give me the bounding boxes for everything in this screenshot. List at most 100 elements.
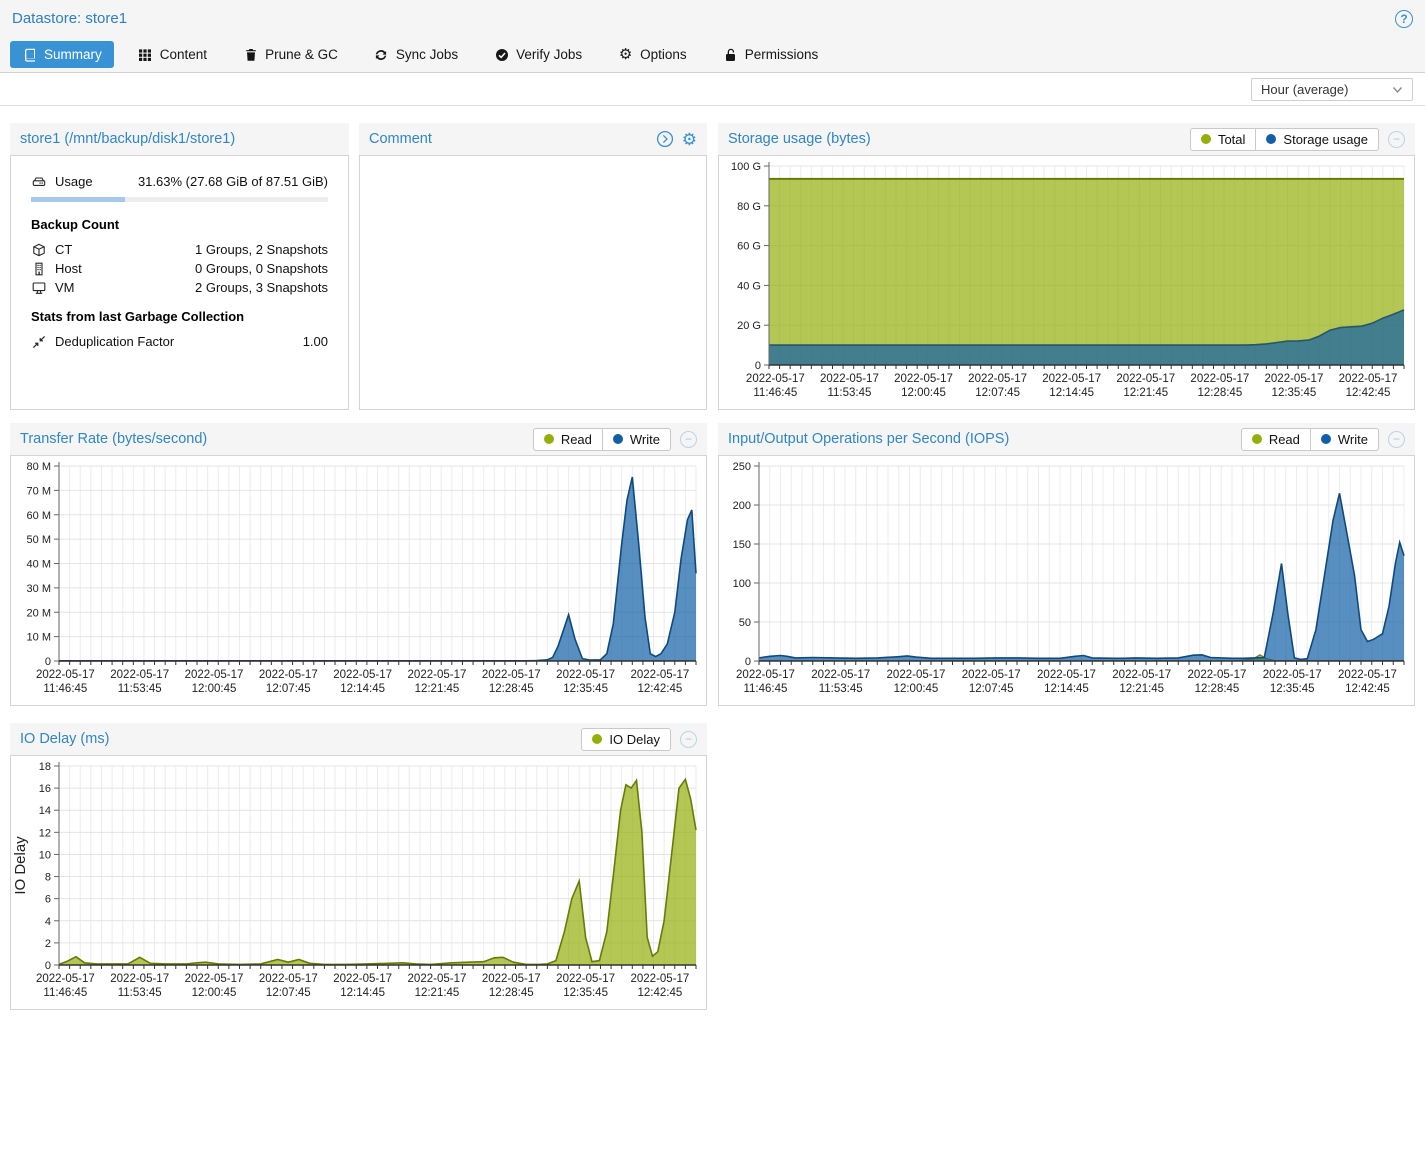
tab-permissions[interactable]: Permissions xyxy=(711,41,831,68)
legend-dot xyxy=(592,734,602,744)
svg-text:2022-05-17: 2022-05-17 xyxy=(1190,373,1249,385)
svg-text:12:14:45: 12:14:45 xyxy=(1049,387,1094,399)
svg-text:11:46:45: 11:46:45 xyxy=(743,683,787,695)
tab-verify-jobs[interactable]: Verify Jobs xyxy=(482,41,594,68)
comment-panel: Comment ⚙ xyxy=(359,123,707,410)
svg-text:40 G: 40 G xyxy=(737,280,761,292)
svg-text:12:07:45: 12:07:45 xyxy=(266,683,311,695)
svg-text:200: 200 xyxy=(733,500,751,512)
tab-sync-jobs[interactable]: Sync Jobs xyxy=(362,41,470,68)
collapse-icon[interactable]: − xyxy=(680,731,697,748)
svg-text:12:35:45: 12:35:45 xyxy=(1272,387,1317,399)
legend-io-delay[interactable]: IO Delay xyxy=(581,728,671,751)
svg-text:12:14:45: 12:14:45 xyxy=(340,987,385,999)
panel-header: Transfer Rate (bytes/second) ReadWrite − xyxy=(10,423,707,455)
svg-text:250: 250 xyxy=(733,461,751,473)
stat-row-deduplication-factor: Deduplication Factor1.00 xyxy=(31,332,328,351)
svg-text:12:14:45: 12:14:45 xyxy=(1044,683,1089,695)
svg-text:12:07:45: 12:07:45 xyxy=(266,987,311,999)
legend-write[interactable]: Write xyxy=(602,428,671,451)
trash-icon xyxy=(243,47,258,62)
legend-label: Read xyxy=(561,432,592,447)
iops-legend: ReadWrite xyxy=(1241,428,1379,451)
svg-text:50 M: 50 M xyxy=(27,534,51,546)
svg-text:11:53:45: 11:53:45 xyxy=(827,387,871,399)
svg-text:12:00:45: 12:00:45 xyxy=(192,987,237,999)
svg-text:20 M: 20 M xyxy=(27,607,51,619)
svg-text:2022-05-17: 2022-05-17 xyxy=(1112,669,1171,681)
legend-dot xyxy=(1321,434,1331,444)
svg-text:2022-05-17: 2022-05-17 xyxy=(1042,373,1101,385)
panel-header: Comment ⚙ xyxy=(359,123,707,155)
svg-text:2022-05-17: 2022-05-17 xyxy=(1037,669,1096,681)
svg-text:12:28:45: 12:28:45 xyxy=(1197,387,1242,399)
settings-gear-icon[interactable]: ⚙ xyxy=(682,131,697,148)
tab-content[interactable]: Content xyxy=(126,41,219,68)
legend-label: Storage usage xyxy=(1283,132,1368,147)
collapse-icon[interactable]: − xyxy=(680,431,697,448)
svg-text:16: 16 xyxy=(39,783,51,795)
legend-total[interactable]: Total xyxy=(1190,128,1256,151)
collapse-icon[interactable]: − xyxy=(1388,431,1405,448)
svg-text:70 M: 70 M xyxy=(27,485,51,497)
svg-text:2022-05-17: 2022-05-17 xyxy=(894,373,953,385)
chevron-down-icon xyxy=(1392,82,1403,97)
svg-text:100 G: 100 G xyxy=(731,161,761,173)
collapse-icon[interactable]: − xyxy=(1388,131,1405,148)
legend-read[interactable]: Read xyxy=(533,428,603,451)
svg-text:2022-05-17: 2022-05-17 xyxy=(1339,373,1398,385)
svg-text:100: 100 xyxy=(733,578,751,590)
iops-panel: Input/Output Operations per Second (IOPS… xyxy=(718,423,1415,706)
svg-text:10: 10 xyxy=(39,849,51,861)
tab-options[interactable]: ⚙Options xyxy=(606,41,699,68)
svg-text:2022-05-17: 2022-05-17 xyxy=(630,973,689,985)
io-delay-panel: IO Delay (ms) IO Delay − 181614121086420… xyxy=(10,723,707,1010)
tab-summary[interactable]: Summary xyxy=(10,41,114,68)
svg-text:2022-05-17: 2022-05-17 xyxy=(482,669,541,681)
svg-text:0: 0 xyxy=(45,960,51,972)
svg-text:2022-05-17: 2022-05-17 xyxy=(333,669,392,681)
svg-text:2022-05-17: 2022-05-17 xyxy=(110,669,169,681)
legend-storage-usage[interactable]: Storage usage xyxy=(1255,128,1379,151)
legend-dot xyxy=(613,434,623,444)
legend-write[interactable]: Write xyxy=(1310,428,1379,451)
stat-value: 2 Groups, 3 Snapshots xyxy=(195,278,328,297)
hdd-icon xyxy=(31,174,46,189)
tab-label: Options xyxy=(640,48,687,62)
svg-text:12:21:45: 12:21:45 xyxy=(415,987,460,999)
svg-text:2022-05-17: 2022-05-17 xyxy=(1338,669,1397,681)
usage-value: 31.63% (27.68 GiB of 87.51 GiB) xyxy=(138,172,328,191)
top-bar: Datastore: store1 ? xyxy=(0,0,1425,37)
io-delay-chart: 1816141210864202022-05-1711:46:452022-05… xyxy=(10,755,707,1010)
stat-value: 1 Groups, 2 Snapshots xyxy=(195,240,328,259)
svg-text:2022-05-17: 2022-05-17 xyxy=(36,973,95,985)
legend-dot xyxy=(1201,134,1211,144)
usage-label: Usage xyxy=(55,172,93,191)
legend-label: IO Delay xyxy=(609,732,660,747)
datastore-summary-body: Usage 31.63% (27.68 GiB of 87.51 GiB) Ba… xyxy=(10,155,349,410)
legend-read[interactable]: Read xyxy=(1241,428,1311,451)
svg-text:12:42:45: 12:42:45 xyxy=(1346,387,1391,399)
svg-text:12: 12 xyxy=(39,827,51,839)
legend-dot xyxy=(1266,134,1276,144)
timeframe-select[interactable]: Hour (average) xyxy=(1251,78,1413,101)
comment-body[interactable] xyxy=(359,155,707,410)
panel-header: Storage usage (bytes) TotalStorage usage… xyxy=(718,123,1415,155)
building-icon xyxy=(31,261,46,276)
help-icon[interactable]: ? xyxy=(1395,10,1413,28)
iops-chart: 2502001501005002022-05-1711:46:452022-05… xyxy=(718,455,1415,706)
svg-text:6: 6 xyxy=(45,894,51,906)
svg-text:2022-05-17: 2022-05-17 xyxy=(811,669,870,681)
edit-comment-icon[interactable] xyxy=(656,130,674,148)
tab-prune-gc[interactable]: Prune & GC xyxy=(231,41,350,68)
svg-text:11:53:45: 11:53:45 xyxy=(819,683,863,695)
svg-text:40 M: 40 M xyxy=(27,559,51,571)
book-icon xyxy=(22,47,37,62)
gc-stats-title: Stats from last Garbage Collection xyxy=(31,309,328,324)
check-circle-icon xyxy=(494,47,509,62)
svg-text:2022-05-17: 2022-05-17 xyxy=(185,669,244,681)
grid-icon xyxy=(138,47,153,62)
stat-row-host: Host0 Groups, 0 Snapshots xyxy=(31,259,328,278)
tab-label: Verify Jobs xyxy=(516,48,582,62)
svg-text:2022-05-17: 2022-05-17 xyxy=(333,973,392,985)
